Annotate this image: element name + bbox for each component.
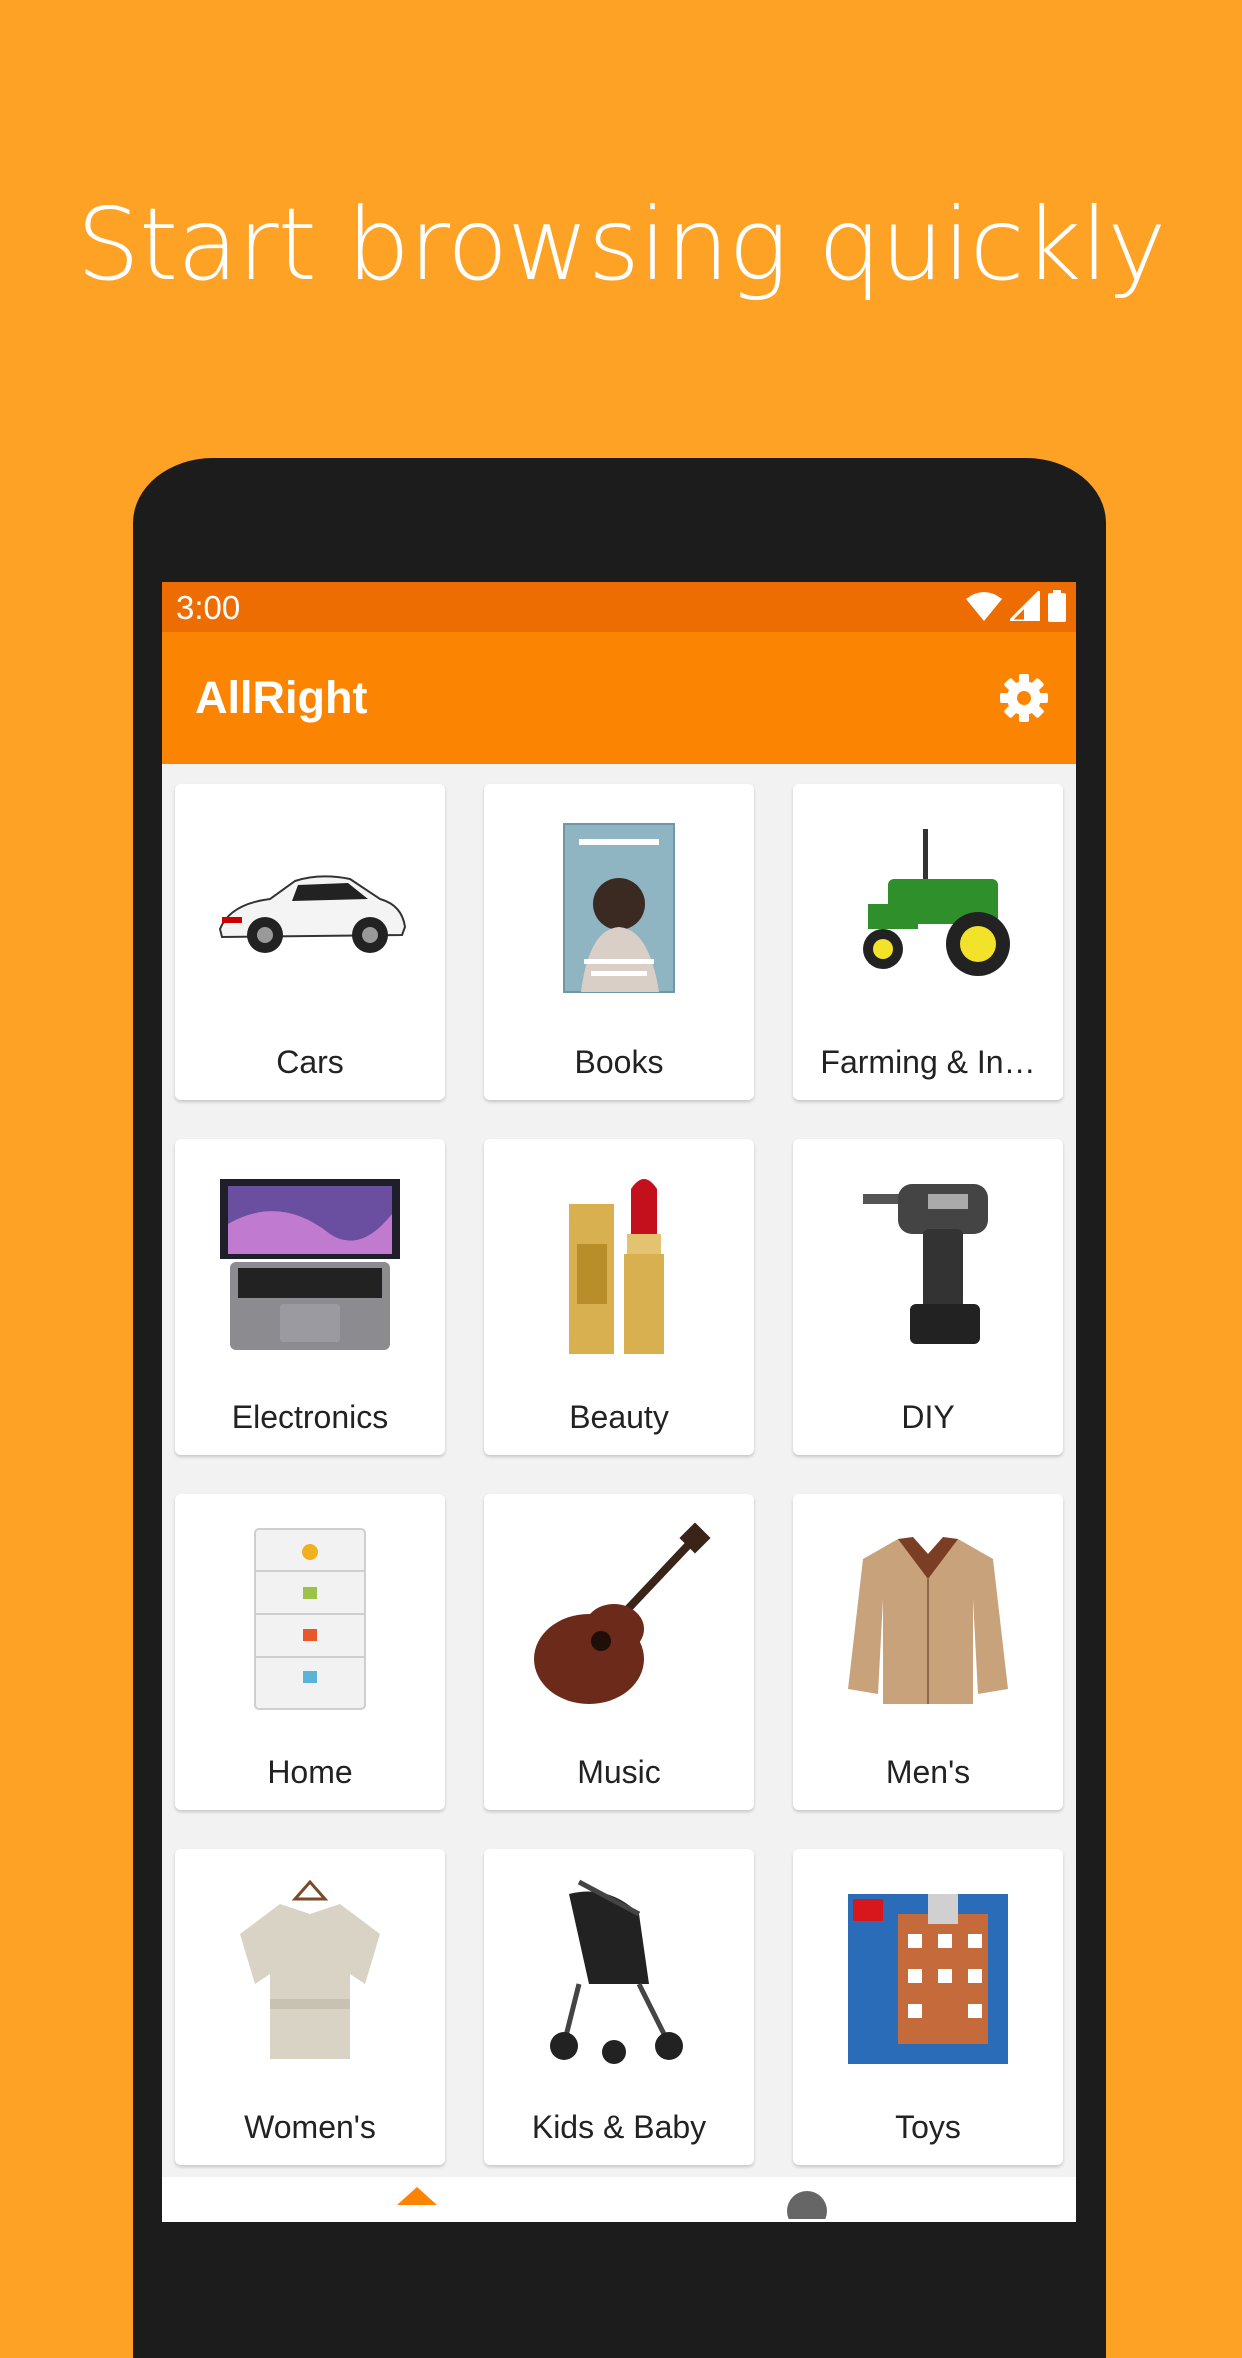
category-card-womens[interactable]: Women's xyxy=(175,1849,445,2165)
category-card-mens[interactable]: Men's xyxy=(793,1494,1063,1810)
category-label: Toys xyxy=(895,2109,961,2145)
blouse-icon xyxy=(240,1879,380,2059)
bottom-navigation xyxy=(162,2177,1076,2222)
category-label: Books xyxy=(574,1044,664,1080)
category-card-farming[interactable]: Farming & In… xyxy=(793,784,1063,1100)
jacket-icon xyxy=(848,1537,1008,1704)
category-label: Beauty xyxy=(569,1399,669,1435)
category-label: Farming & In… xyxy=(820,1044,1036,1080)
wifi-icon xyxy=(966,592,1002,621)
guitar-icon xyxy=(534,1522,711,1704)
category-label: Music xyxy=(577,1754,661,1790)
battery-icon xyxy=(1048,590,1066,622)
gear-icon xyxy=(1000,674,1048,722)
book-icon xyxy=(563,823,675,993)
settings-button[interactable] xyxy=(994,668,1054,728)
category-label: DIY xyxy=(901,1399,955,1435)
stroller-icon xyxy=(550,1879,683,2064)
category-card-electronics[interactable]: Electronics xyxy=(175,1139,445,1455)
lipstick-icon xyxy=(569,1179,664,1354)
category-label: Electronics xyxy=(231,1399,389,1435)
drill-icon xyxy=(863,1184,988,1344)
category-label: Home xyxy=(267,1754,353,1790)
car-icon xyxy=(218,875,407,953)
category-label: Men's xyxy=(885,1754,971,1790)
app-title: AllRight xyxy=(195,672,368,723)
category-label: Kids & Baby xyxy=(531,2109,707,2145)
signal-icon xyxy=(1010,591,1040,621)
drawer-icon xyxy=(254,1528,366,1710)
category-card-toys[interactable]: Toys xyxy=(793,1849,1063,2165)
status-icons xyxy=(966,588,1066,624)
category-card-diy[interactable]: DIY xyxy=(793,1139,1063,1455)
tractor-icon xyxy=(863,829,1010,976)
status-time: 3:00 xyxy=(176,589,241,626)
home-icon[interactable] xyxy=(397,2187,437,2217)
status-bar: 3:00 xyxy=(162,582,1076,632)
category-card-kids-baby[interactable]: Kids & Baby xyxy=(484,1849,754,2165)
lego-box-icon xyxy=(848,1894,1008,2064)
category-card-music[interactable]: Music xyxy=(484,1494,754,1810)
laptop-icon xyxy=(220,1179,400,1350)
category-card-home[interactable]: Home xyxy=(175,1494,445,1810)
account-icon[interactable] xyxy=(787,2189,827,2219)
category-card-beauty[interactable]: Beauty xyxy=(484,1139,754,1455)
category-card-cars[interactable]: Cars xyxy=(175,784,445,1100)
category-label: Women's xyxy=(244,2109,376,2145)
headline: Start browsing quickly xyxy=(76,186,1167,303)
category-label: Cars xyxy=(276,1044,344,1080)
app-screen: 3:00 AllRight Cars Books Farming & In… E… xyxy=(162,582,1076,2222)
category-card-books[interactable]: Books xyxy=(484,784,754,1100)
app-bar: AllRight xyxy=(162,632,1076,764)
